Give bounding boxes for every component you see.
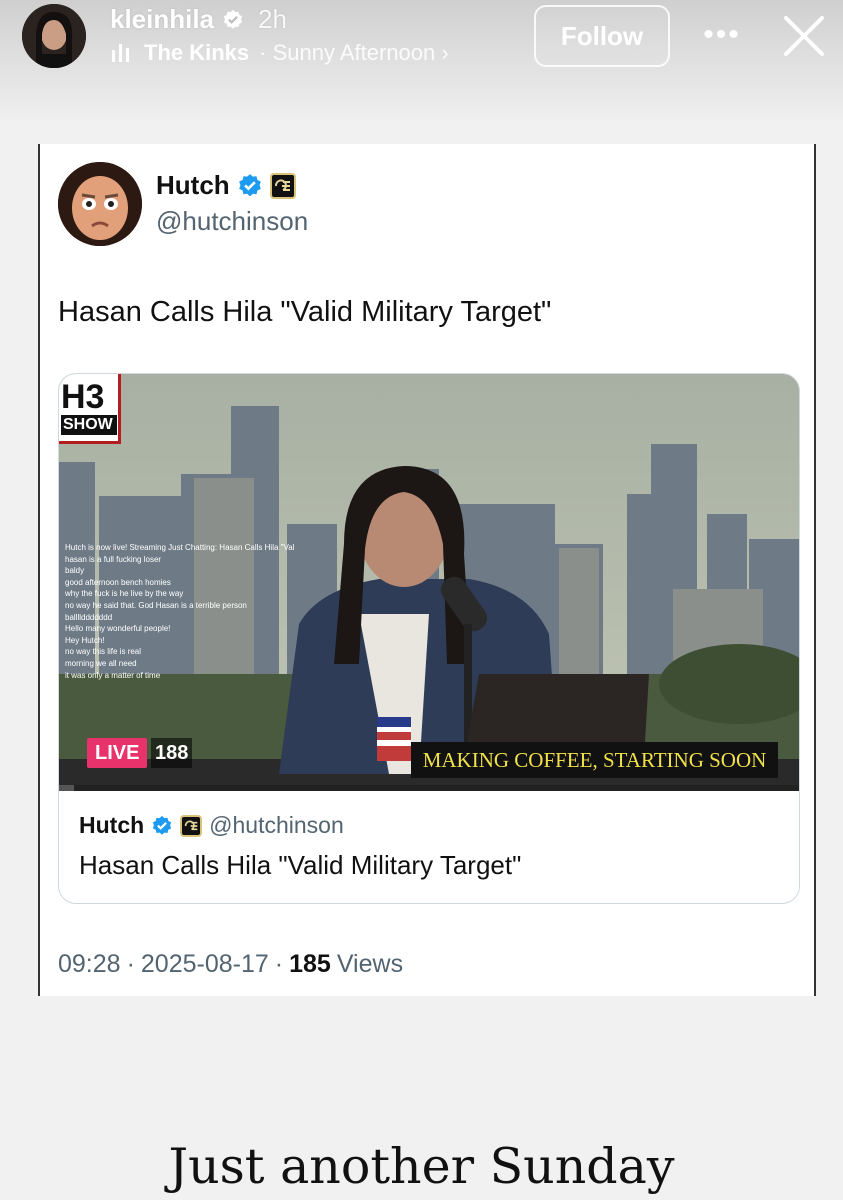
embedded-media-card[interactable]: H3 SHOW Hutch is now live! Streaming Jus… xyxy=(58,373,800,904)
views-label: Views xyxy=(336,950,404,978)
tweet-author-row: Hutch xyxy=(156,170,296,201)
video-progress-fill xyxy=(59,785,74,791)
chat-message-text: Hutch is now live! Streaming Just Chatti… xyxy=(65,543,295,552)
chat-message: no way this life is real xyxy=(65,646,295,658)
music-song: · Sunny Afternoon › xyxy=(259,40,449,65)
video-seekbar[interactable] xyxy=(59,785,799,791)
affiliate-badge-icon xyxy=(180,814,203,837)
chat-message-text: why the fuck is he live by the way xyxy=(65,589,184,599)
music-bars-icon xyxy=(112,44,129,62)
story-header: kleinhila 2h The Kinks · Sunny Afternoon… xyxy=(0,0,843,120)
story-username[interactable]: kleinhila xyxy=(110,4,214,35)
meta-separator: · xyxy=(126,950,135,978)
follow-button[interactable]: Follow xyxy=(534,5,670,67)
tweet-handle[interactable]: @hutchinson xyxy=(156,206,308,237)
chat-message-text: no way he said that. God Hasan is a terr… xyxy=(65,600,247,610)
story-music[interactable]: The Kinks · Sunny Afternoon › xyxy=(112,40,449,66)
tweet-avatar-image xyxy=(58,162,142,246)
h3-show-logo: H3 SHOW xyxy=(59,374,121,444)
chat-message: no way he said that. God Hasan is a terr… xyxy=(65,600,295,612)
live-badge: LIVE xyxy=(87,738,148,768)
quote-display-name[interactable]: Hutch xyxy=(79,812,144,839)
chat-message-text: Hello many wonderful people! xyxy=(65,624,171,634)
chat-message: good afternoon bench homies xyxy=(65,577,295,589)
chat-message: Hello many wonderful people! xyxy=(65,623,295,635)
stream-banner: MAKING COFFEE, STARTING SOON xyxy=(411,742,778,778)
tweet-time[interactable]: 09:28 xyxy=(58,950,121,979)
tweet-avatar[interactable] xyxy=(58,162,142,246)
tweet-meta: 09:28 · 2025-08-17 · 185 Views xyxy=(58,950,403,979)
story-time: 2h xyxy=(258,4,287,34)
chat-message-text: it was only a matter of time xyxy=(65,670,161,680)
chat-message-text: morning we all need xyxy=(65,658,137,668)
close-icon[interactable] xyxy=(780,12,828,60)
chat-message: baldy xyxy=(65,565,295,577)
views-count: 185 xyxy=(289,950,331,978)
verified-badge-icon xyxy=(223,9,243,29)
logo-bottom-text: SHOW xyxy=(61,414,117,435)
chat-message: it was only a matter of time xyxy=(65,670,295,682)
story-avatar-image xyxy=(22,4,86,68)
viewer-count: 188 xyxy=(151,738,193,768)
chat-message-text: good afternoon bench homies xyxy=(65,577,171,587)
chat-message: Hutch is now live! Streaming Just Chatti… xyxy=(65,542,295,554)
verified-badge-icon xyxy=(153,815,172,835)
music-artist: The Kinks xyxy=(144,40,250,65)
logo-top-text: H3 xyxy=(61,377,105,416)
tweet-text: Hasan Calls Hila "Valid Military Target" xyxy=(58,296,552,328)
chat-message-text: ballllddddddd xyxy=(65,612,113,622)
tweet-date[interactable]: 2025-08-17 xyxy=(141,950,269,979)
chat-message: why the fuck is he live by the way xyxy=(65,588,295,600)
chat-message-text: Hey Hutch! xyxy=(65,635,105,645)
chat-message: Hey Hutch! xyxy=(65,635,295,647)
affiliate-badge-icon xyxy=(269,172,296,199)
video-thumbnail[interactable]: H3 SHOW Hutch is now live! Streaming Jus… xyxy=(59,374,799,791)
story-avatar[interactable] xyxy=(22,4,86,68)
chat-message: hasan is a full fucking loser xyxy=(65,554,295,566)
verified-badge-icon xyxy=(238,173,261,196)
chat-message: morning we all need xyxy=(65,658,295,670)
tweet-card: Hutch @hutchinson Hasan Calls Hila "Vali… xyxy=(38,144,816,996)
chat-message-text: no way this life is real xyxy=(65,647,142,657)
story-username-row: kleinhila 2h xyxy=(110,4,287,35)
more-options-icon[interactable]: ••• xyxy=(700,20,744,50)
chat-message-text: hasan is a full fucking loser xyxy=(65,554,162,564)
stream-chat-overlay: Hutch is now live! Streaming Just Chatti… xyxy=(65,542,295,681)
chat-message-text: baldy xyxy=(65,566,85,576)
quote-handle[interactable]: @hutchinson xyxy=(209,812,344,839)
quote-text: Hasan Calls Hila "Valid Military Target" xyxy=(79,850,522,880)
tweet-display-name[interactable]: Hutch xyxy=(156,170,230,201)
meta-separator: · xyxy=(274,950,284,978)
quote-author-row: Hutch @hutchinson xyxy=(79,812,344,839)
story-caption: Just another Sunday xyxy=(168,1138,675,1195)
chat-message: ballllddddddd xyxy=(65,612,295,624)
